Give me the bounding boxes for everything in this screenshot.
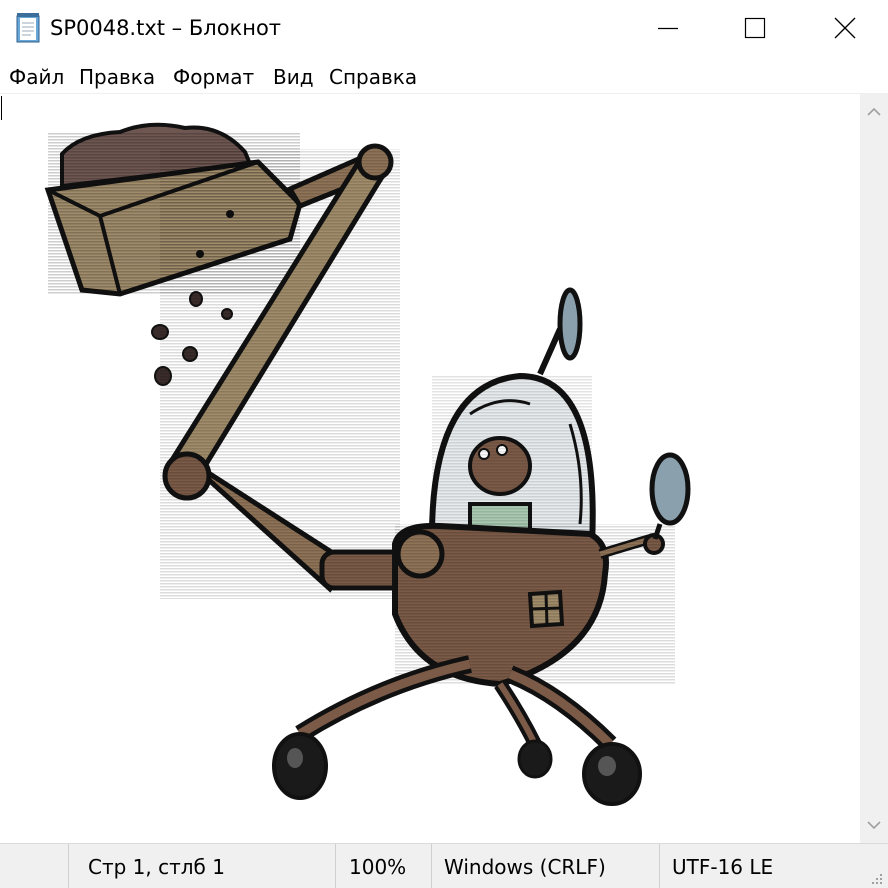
status-encoding-segment: UTF-16 LE (659, 844, 888, 888)
menu-format[interactable]: Формат (173, 64, 254, 90)
vertical-scrollbar[interactable] (860, 94, 888, 843)
menu-edit[interactable]: Правка (79, 64, 155, 90)
close-button[interactable] (798, 0, 888, 56)
menu-view[interactable]: Вид (273, 64, 314, 90)
scroll-down-button[interactable] (860, 809, 888, 843)
maximize-button[interactable] (710, 0, 800, 56)
ascii-art-drawing (44, 122, 691, 806)
cursor-position: Стр 1, стлб 1 (88, 855, 225, 879)
resize-grip-icon[interactable] (868, 870, 884, 886)
status-line-ending-segment: Windows (CRLF) (431, 844, 659, 888)
status-bar: Стр 1, стлб 1 100% Windows (CRLF) UTF-16… (0, 843, 888, 888)
robot-wheels (272, 655, 642, 806)
menu-bar: Файл Правка Формат Вид Справка (0, 56, 888, 94)
encoding: UTF-16 LE (672, 855, 774, 879)
minimize-icon (658, 27, 678, 30)
antenna (537, 287, 583, 376)
window-title: SP0048.txt – Блокнот (50, 16, 282, 40)
scroll-down-arrow-icon (867, 821, 881, 830)
scroll-up-arrow-icon (867, 107, 881, 116)
scroll-up-button[interactable] (860, 94, 888, 128)
zoom-level: 100% (349, 855, 407, 879)
text-editor-area[interactable] (0, 94, 860, 843)
glass-dome (428, 372, 596, 547)
menu-file[interactable]: Файл (9, 64, 64, 90)
maximize-icon (744, 17, 766, 39)
notepad-icon (14, 12, 42, 44)
minimize-button[interactable] (624, 0, 714, 56)
status-zoom-segment: 100% (335, 844, 431, 888)
status-position-segment: Стр 1, стлб 1 (68, 844, 335, 888)
title-bar[interactable]: SP0048.txt – Блокнот (0, 0, 888, 56)
robot-arm (160, 143, 415, 599)
line-ending: Windows (CRLF) (444, 855, 606, 879)
close-icon (834, 17, 856, 39)
menu-help[interactable]: Справка (329, 64, 417, 90)
